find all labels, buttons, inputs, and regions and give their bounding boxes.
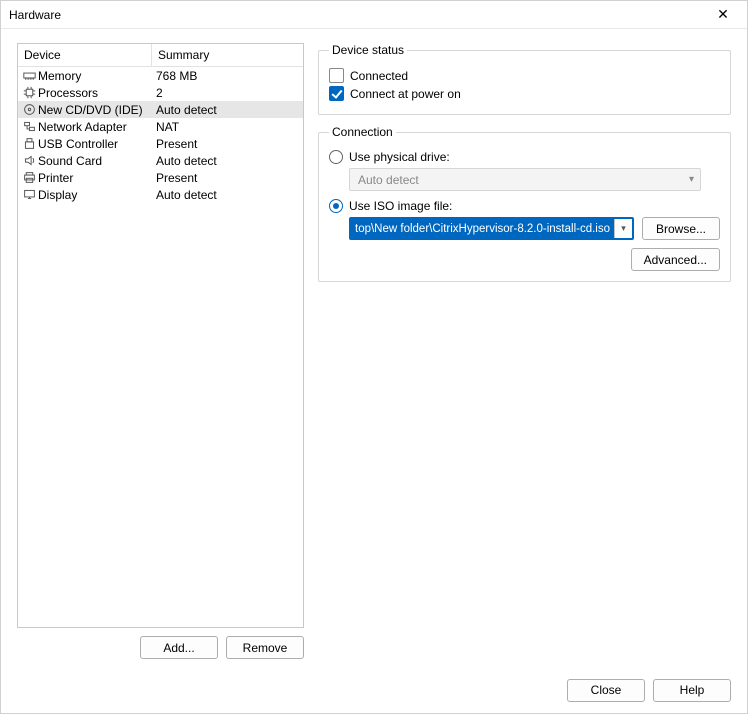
device-name: USB Controller (38, 137, 154, 151)
device-summary: Present (154, 137, 299, 151)
physical-drive-combo: Auto detect ▾ (349, 168, 701, 191)
col-header-summary[interactable]: Summary (152, 44, 303, 66)
printer-icon (22, 171, 36, 185)
col-header-device[interactable]: Device (18, 44, 152, 66)
connection-legend: Connection (329, 125, 396, 139)
device-row[interactable]: Network AdapterNAT (18, 118, 303, 135)
connection-group: Connection Use physical drive: Auto dete… (318, 125, 731, 282)
device-row[interactable]: Processors2 (18, 84, 303, 101)
close-button[interactable]: Close (567, 679, 645, 702)
device-summary: 2 (154, 86, 299, 100)
device-summary: Present (154, 171, 299, 185)
device-row[interactable]: Sound CardAuto detect (18, 152, 303, 169)
device-row[interactable]: Memory768 MB (18, 67, 303, 84)
device-row[interactable]: New CD/DVD (IDE)Auto detect (18, 101, 303, 118)
connect-poweron-checkbox[interactable] (329, 86, 344, 101)
window-title: Hardware (9, 8, 705, 22)
device-name: Network Adapter (38, 120, 154, 134)
device-summary: NAT (154, 120, 299, 134)
physical-drive-radio[interactable] (329, 150, 343, 164)
device-summary: Auto detect (154, 103, 299, 117)
sound-icon (22, 154, 36, 168)
device-name: Memory (38, 69, 154, 83)
connect-poweron-label: Connect at power on (350, 87, 461, 101)
device-summary: Auto detect (154, 154, 299, 168)
iso-radio-row[interactable]: Use ISO image file: (329, 199, 720, 213)
device-row[interactable]: USB ControllerPresent (18, 135, 303, 152)
physical-drive-radio-row[interactable]: Use physical drive: (329, 150, 720, 164)
device-name: Display (38, 188, 154, 202)
connected-checkbox[interactable] (329, 68, 344, 83)
help-button[interactable]: Help (653, 679, 731, 702)
device-summary: Auto detect (154, 188, 299, 202)
physical-drive-label: Use physical drive: (349, 150, 450, 164)
iso-radio[interactable] (329, 199, 343, 213)
display-icon (22, 188, 36, 202)
chevron-down-icon: ▾ (689, 174, 694, 185)
chevron-down-icon[interactable]: ▾ (614, 219, 632, 238)
physical-drive-value: Auto detect (358, 173, 419, 187)
iso-path-combo[interactable]: top\New folder\CitrixHypervisor-8.2.0-in… (349, 217, 634, 240)
close-icon[interactable]: ✕ (705, 3, 741, 27)
disc-icon (22, 103, 36, 117)
browse-button[interactable]: Browse... (642, 217, 720, 240)
iso-path-value: top\New folder\CitrixHypervisor-8.2.0-in… (351, 219, 614, 238)
network-icon (22, 120, 36, 134)
remove-button[interactable]: Remove (226, 636, 304, 659)
memory-icon (22, 69, 36, 83)
device-list[interactable]: Device Summary Memory768 MBProcessors2Ne… (17, 43, 304, 628)
connect-poweron-checkbox-row[interactable]: Connect at power on (329, 86, 720, 101)
device-name: New CD/DVD (IDE) (38, 103, 154, 117)
device-name: Sound Card (38, 154, 154, 168)
cpu-icon (22, 86, 36, 100)
device-name: Processors (38, 86, 154, 100)
device-name: Printer (38, 171, 154, 185)
device-status-group: Device status Connected Connect at power… (318, 43, 731, 115)
iso-label: Use ISO image file: (349, 199, 452, 213)
device-summary: 768 MB (154, 69, 299, 83)
advanced-button[interactable]: Advanced... (631, 248, 720, 271)
add-button[interactable]: Add... (140, 636, 218, 659)
device-row[interactable]: DisplayAuto detect (18, 186, 303, 203)
device-status-legend: Device status (329, 43, 407, 57)
usb-icon (22, 137, 36, 151)
device-row[interactable]: PrinterPresent (18, 169, 303, 186)
connected-label: Connected (350, 69, 408, 83)
connected-checkbox-row[interactable]: Connected (329, 68, 720, 83)
